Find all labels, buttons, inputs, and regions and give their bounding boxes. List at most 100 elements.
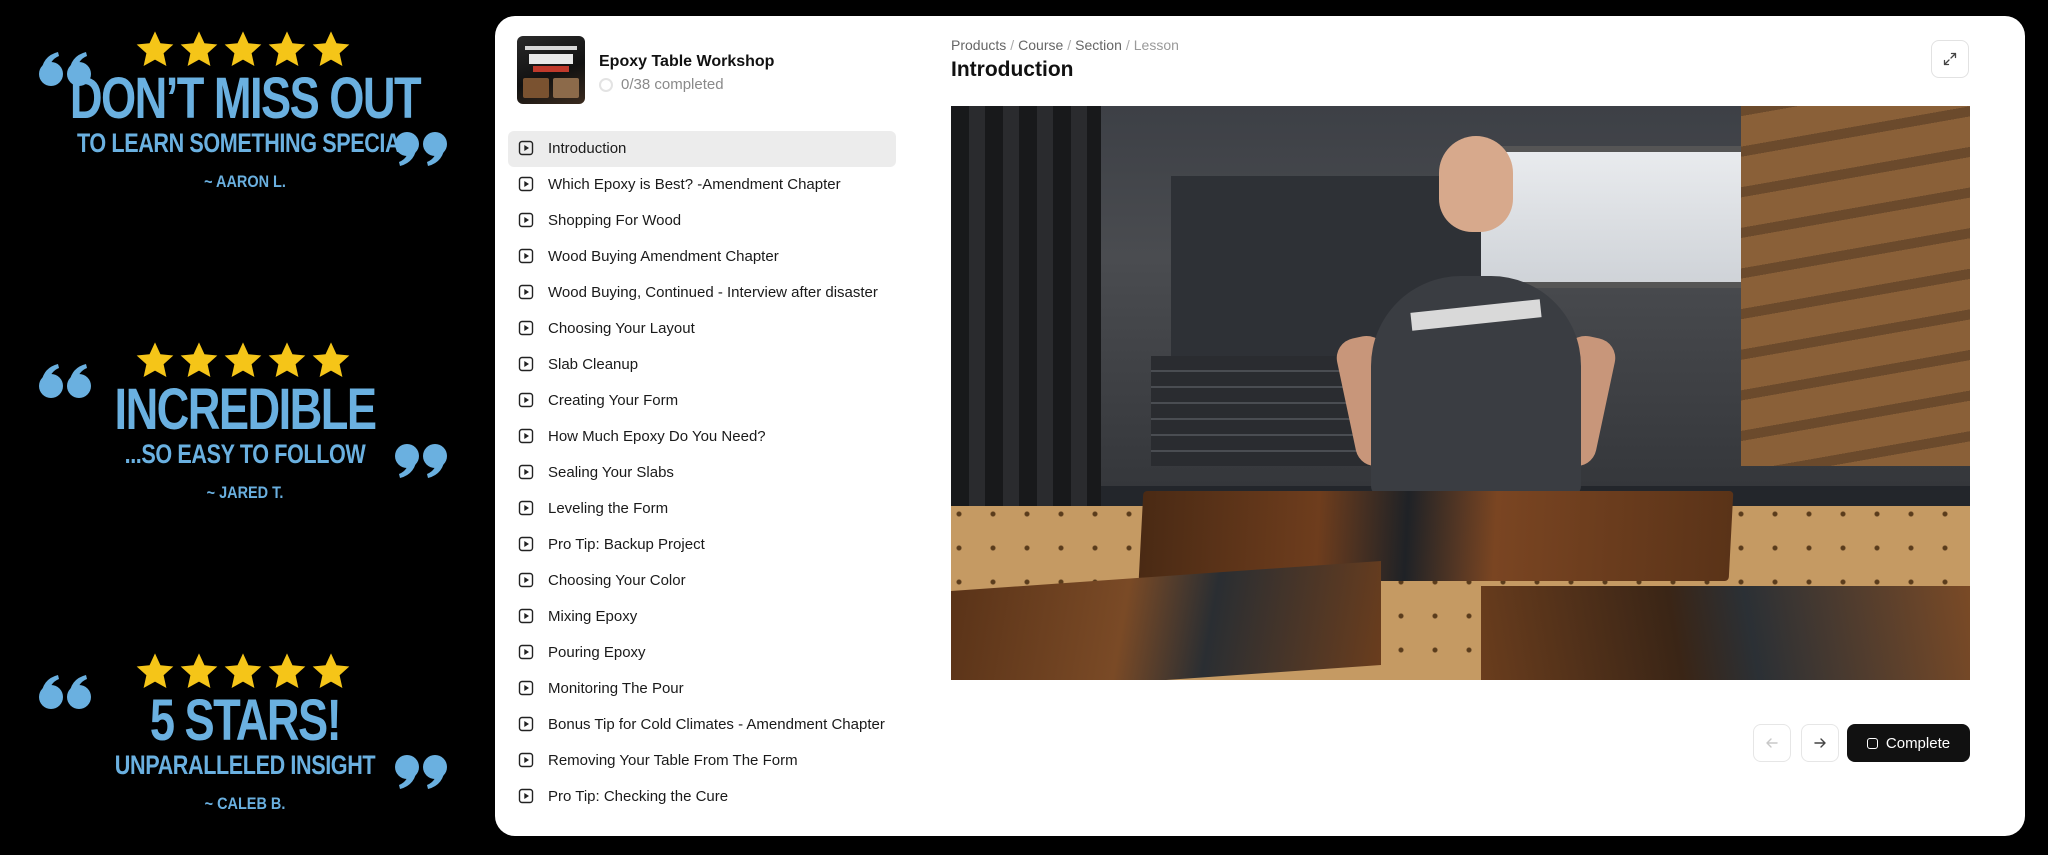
lesson-item[interactable]: Pro Tip: Backup Project	[508, 527, 896, 563]
lesson-label: Wood Buying, Continued - Interview after…	[548, 284, 878, 301]
progress-ring-icon	[599, 77, 613, 92]
star-icon	[135, 30, 175, 68]
lesson-item[interactable]: Pouring Epoxy	[508, 635, 896, 671]
lesson-label: Slab Cleanup	[548, 356, 639, 373]
arrow-left-icon	[1766, 738, 1778, 748]
lesson-item[interactable]: Wood Buying, Continued - Interview after…	[508, 275, 896, 311]
play-square-icon	[518, 320, 534, 336]
lesson-item[interactable]: Removing Your Table From The Form	[508, 743, 896, 779]
lesson-item[interactable]: Leveling the Form	[508, 491, 896, 527]
lesson-item[interactable]: Sealing Your Slabs	[508, 455, 896, 491]
lesson-item[interactable]: Mixing Epoxy	[508, 599, 896, 635]
lesson-item[interactable]: Wood Buying Amendment Chapter	[508, 239, 896, 275]
play-square-icon	[518, 572, 534, 588]
lesson-label: Removing Your Table From The Form	[548, 752, 798, 769]
lesson-title: Introduction	[951, 58, 1074, 81]
lesson-item[interactable]: Introduction	[508, 131, 896, 167]
star-icon	[223, 30, 263, 68]
course-title: Epoxy Table Workshop	[599, 53, 775, 70]
expand-button[interactable]	[1931, 40, 1969, 78]
breadcrumb-separator: /	[1125, 37, 1130, 53]
star-icon	[135, 652, 175, 690]
star-icon	[267, 341, 307, 379]
lesson-label: Creating Your Form	[548, 392, 679, 409]
testimonial-headline: INCREDIBLE	[114, 377, 377, 442]
lesson-label: Bonus Tip for Cold Climates - Amendment …	[548, 716, 885, 733]
testimonial-subline: TO LEARN SOMETHING SPECIAL	[76, 128, 414, 158]
lesson-item[interactable]: Slab Cleanup	[508, 347, 896, 383]
testimonial-subline: ...SO EASY TO FOLLOW	[124, 439, 366, 469]
star-icon	[267, 30, 307, 68]
course-thumbnail[interactable]	[517, 36, 585, 104]
next-lesson-button[interactable]	[1801, 724, 1839, 762]
expand-icon	[1943, 52, 1957, 66]
lesson-label: Pouring Epoxy	[548, 644, 646, 661]
star-icon	[179, 341, 219, 379]
lesson-item[interactable]: Choosing Your Color	[508, 563, 896, 599]
star-icon	[267, 652, 307, 690]
lesson-label: Pro Tip: Backup Project	[548, 536, 705, 553]
play-square-icon	[518, 428, 534, 444]
checkbox-icon	[1866, 737, 1878, 749]
star-icon	[311, 652, 351, 690]
play-square-icon	[518, 248, 534, 264]
lesson-item[interactable]: Choosing Your Layout	[508, 311, 896, 347]
lesson-item[interactable]: How Much Epoxy Do You Need?	[508, 419, 896, 455]
lesson-list: Introduction Which Epoxy is Best? -Amendm…	[508, 131, 896, 815]
testimonial-subline: UNPARALLELED INSIGHT	[114, 750, 376, 780]
lesson-item[interactable]: Pro Tip: Checking the Cure	[508, 779, 896, 815]
lesson-label: Leveling the Form	[548, 500, 669, 517]
play-square-icon	[518, 140, 534, 156]
play-square-icon	[518, 752, 534, 768]
star-icon	[179, 30, 219, 68]
quote-open-icon	[38, 673, 96, 713]
testimonials-panel: DON’T MISS OUT TO LEARN SOMETHING SPECIA…	[0, 0, 490, 855]
breadcrumb: Products / Course / Section / Lesson	[951, 37, 1179, 53]
testimonial-author: ~ CALEB B.	[204, 794, 286, 813]
lesson-label: Sealing Your Slabs	[548, 464, 674, 481]
star-icon	[223, 341, 263, 379]
quote-open-icon	[38, 50, 96, 90]
arrow-right-icon	[1814, 738, 1826, 748]
lesson-label: Wood Buying Amendment Chapter	[548, 248, 779, 265]
lesson-label: Choosing Your Color	[548, 572, 686, 589]
lesson-item[interactable]: Which Epoxy is Best? -Amendment Chapter	[508, 167, 896, 203]
breadcrumb-item[interactable]: Section	[1075, 37, 1122, 53]
lesson-label: How Much Epoxy Do You Need?	[548, 428, 766, 445]
lesson-label: Introduction	[548, 140, 627, 157]
star-icon	[311, 341, 351, 379]
video-player[interactable]	[951, 106, 1970, 680]
play-square-icon	[518, 680, 534, 696]
quote-close-icon	[390, 751, 448, 791]
play-square-icon	[518, 536, 534, 552]
play-square-icon	[518, 608, 534, 624]
star-icon	[311, 30, 351, 68]
lesson-item[interactable]: Bonus Tip for Cold Climates - Amendment …	[508, 707, 896, 743]
lesson-item[interactable]: Monitoring The Pour	[508, 671, 896, 707]
complete-label: Complete	[1885, 734, 1951, 752]
testimonial-headline: DON’T MISS OUT	[69, 66, 422, 131]
lesson-item[interactable]: Shopping For Wood	[508, 203, 896, 239]
lesson-label: Mixing Epoxy	[548, 608, 638, 625]
course-player-card: Epoxy Table Workshop 0/38 completed Intr…	[495, 16, 2025, 836]
testimonial-author: ~ JARED T.	[206, 483, 284, 502]
lesson-label: Monitoring The Pour	[548, 680, 684, 697]
quote-open-icon	[38, 362, 96, 402]
play-square-icon	[518, 500, 534, 516]
breadcrumb-separator: /	[1010, 37, 1015, 53]
play-square-icon	[518, 644, 534, 660]
play-square-icon	[518, 356, 534, 372]
lesson-item[interactable]: Creating Your Form	[508, 383, 896, 419]
play-square-icon	[518, 392, 534, 408]
play-square-icon	[518, 788, 534, 804]
complete-button[interactable]: Complete	[1847, 724, 1970, 762]
lesson-label: Shopping For Wood	[548, 212, 682, 229]
breadcrumb-item: Lesson	[1133, 37, 1179, 53]
breadcrumb-item[interactable]: Course	[1018, 37, 1063, 53]
breadcrumb-item[interactable]: Products	[951, 37, 1006, 53]
breadcrumb-separator: /	[1067, 37, 1072, 53]
lesson-label: Which Epoxy is Best? -Amendment Chapter	[548, 176, 841, 193]
course-header: Epoxy Table Workshop 0/38 completed	[517, 36, 917, 108]
previous-lesson-button[interactable]	[1753, 724, 1791, 762]
star-icon	[179, 652, 219, 690]
